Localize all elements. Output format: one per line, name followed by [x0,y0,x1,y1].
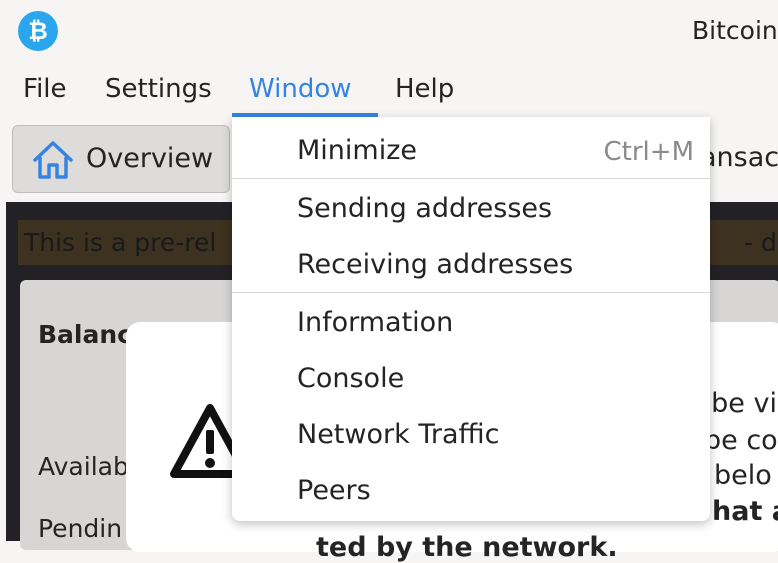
menu-item-label: Receiving addresses [297,249,574,280]
menu-item-console[interactable]: Console [232,349,710,405]
menu-item-label: Minimize [297,135,417,166]
window-menu-dropdown: Minimize Ctrl+M Sending addresses Receiv… [232,117,710,521]
bitcoin-icon: ₿ [18,11,58,51]
menu-item-minimize[interactable]: Minimize Ctrl+M [232,121,710,177]
dialog-text-line-3: belo [714,460,772,491]
dialog-text-line-4: hat ar [712,496,778,527]
dialog-text-line-2: be co [704,425,778,456]
pending-label: Pendin [38,514,123,543]
tab-transactions[interactable]: ansac [700,142,778,173]
tab-overview-label: Overview [86,143,214,174]
menu-item-label: Console [297,363,405,394]
home-icon [33,141,73,179]
menu-item-shortcut: Ctrl+M [603,137,694,167]
menu-item-information[interactable]: Information [232,293,710,349]
menu-item-label: Sending addresses [297,193,553,224]
menu-item-label: Network Traffic [297,419,500,450]
menu-window[interactable]: Window [249,74,352,104]
available-label: Availab [38,452,129,481]
warning-text-end: - do [744,228,778,257]
menu-item-label: Peers [297,475,371,506]
menu-item-network-traffic[interactable]: Network Traffic [232,405,710,461]
menu-item-peers[interactable]: Peers [232,461,710,517]
menu-settings[interactable]: Settings [105,74,212,104]
tab-overview[interactable]: Overview [12,125,230,193]
menu-item-receiving-addresses[interactable]: Receiving addresses [232,235,710,291]
title-bar: ₿ Bitcoin [0,0,778,62]
menu-item-label: Information [297,307,454,338]
dialog-text-line-5: ted by the network. [316,532,618,563]
menu-item-sending-addresses[interactable]: Sending addresses [232,179,710,235]
menu-file[interactable]: File [23,74,67,104]
window-title: Bitcoin [692,16,778,45]
menu-help[interactable]: Help [395,74,454,104]
menu-bar: File Settings Window Help [0,62,778,117]
balances-heading: Balanc [38,320,132,349]
warning-text-start: This is a pre-rel [24,228,217,257]
